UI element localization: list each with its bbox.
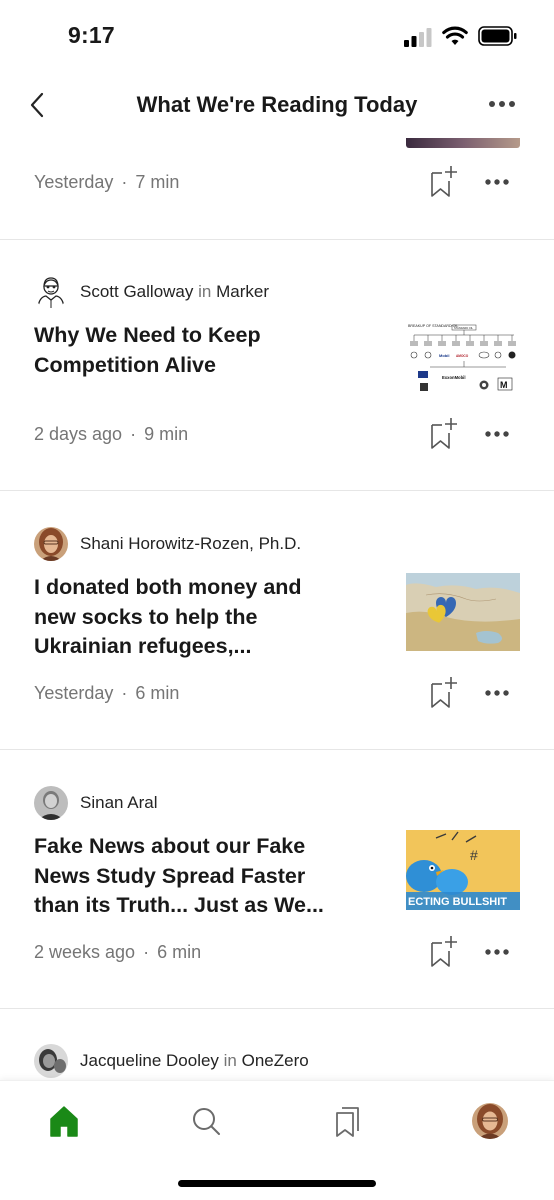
author-name[interactable]: Scott Galloway [80,282,193,301]
headline-line: than its Truth... Just as We... [34,893,324,917]
article-thumbnail[interactable] [406,573,520,651]
bookmark-add-icon[interactable] [427,934,461,970]
more-horizontal-icon[interactable] [486,92,520,116]
author-photo [34,786,68,820]
headline-line: Ukrainian refugees,... [34,634,252,658]
library-icon[interactable] [330,1103,366,1139]
more-horizontal-icon[interactable] [484,424,510,444]
author-name[interactable]: Sinan Aral [80,793,158,812]
headline-line: I donated both money and [34,575,302,599]
article-read-time: 6 min [135,683,180,703]
headline-line: Why We Need to Keep [34,323,261,347]
thumb-label: M [500,380,508,390]
page-title: What We're Reading Today [136,92,418,117]
article-headline[interactable]: I donated both money and new socks to he… [34,573,354,662]
publication-name[interactable]: Marker [216,282,269,301]
thumb-label: STANDARD OIL [454,326,474,330]
status-bar: 9:17 [0,0,554,70]
article-meta: Yesterday · 7 min [34,164,524,204]
avatar[interactable] [472,1103,508,1139]
article-date: 2 weeks ago [34,942,136,962]
more-horizontal-icon[interactable] [484,942,510,962]
author-line[interactable]: Scott Galloway in Marker [34,275,434,309]
divider [0,239,554,240]
status-time: 9:17 [68,22,115,48]
author-photo [34,527,68,561]
author-name[interactable]: Shani Horowitz-Rozen, Ph.D. [80,534,301,553]
cellular-signal-icon [404,28,432,47]
thumb-label: AMOCO [456,354,469,358]
avatar [34,786,68,820]
wifi-icon [442,26,468,45]
hashtag-glyph: # [470,847,478,863]
article-date: Yesterday [34,172,114,192]
meta-separator: · [130,424,137,444]
thumb-label: Mobil [439,353,449,358]
thumb-caption: ECTING BULLSHIT [408,896,507,908]
author-sketch-avatar [34,275,68,309]
nav-header: What We're Reading Today [0,76,554,136]
headline-line: new socks to help the [34,604,258,629]
map-with-hearts-image [406,573,520,651]
article-read-time: 9 min [144,424,189,444]
article-read-time: 6 min [157,942,202,962]
standard-oil-breakup-diagram: BREAKUP OF STANDARD OIL STANDARD OIL Mob… [406,321,520,397]
article-thumbnail[interactable] [406,138,520,148]
article-read-time: 7 min [135,172,180,192]
thumb-label: BREAKUP OF STANDARD OIL [408,324,458,328]
article-headline[interactable]: Fake News about our Fake News Study Spre… [34,832,354,921]
headline-line: Fake News about our Fake [34,834,306,858]
home-icon[interactable] [46,1103,82,1139]
bookmark-add-icon[interactable] [427,675,461,711]
twitter-birds-illustration: # ECTING BULLSHIT [406,830,520,910]
divider [0,1008,554,1009]
divider [0,490,554,491]
search-icon[interactable] [188,1103,224,1139]
author-line[interactable]: Sinan Aral [34,786,434,820]
article-meta: 2 days ago · 9 min [34,416,524,456]
headline-line: News Study Spread Faster [34,863,306,888]
home-indicator [178,1180,376,1187]
more-horizontal-icon[interactable] [484,172,510,192]
divider [0,749,554,750]
avatar [34,527,68,561]
profile-photo [472,1103,508,1139]
article-date: Yesterday [34,683,114,703]
bookmark-add-icon[interactable] [427,416,461,452]
battery-icon [478,26,517,46]
headline-line: Competition Alive [34,352,216,377]
author-line[interactable]: Jacqueline Dooley in OneZero [34,1044,434,1078]
thumb-label: ExxonMobil [442,375,466,380]
author-line[interactable]: Shani Horowitz-Rozen, Ph.D. [34,527,434,561]
in-label: in [198,282,212,301]
bookmark-add-icon[interactable] [427,164,461,200]
avatar [34,1044,68,1078]
publication-name[interactable]: OneZero [242,1051,309,1070]
article-thumbnail[interactable]: BREAKUP OF STANDARD OIL STANDARD OIL Mob… [406,321,520,397]
more-horizontal-icon[interactable] [484,683,510,703]
author-name[interactable]: Jacqueline Dooley [80,1051,219,1070]
article-meta: 2 weeks ago · 6 min [34,934,524,974]
article-thumbnail[interactable]: # ECTING BULLSHIT [406,830,520,910]
article-meta: Yesterday · 6 min [34,675,524,715]
meta-separator: · [121,683,128,703]
avatar [34,275,68,309]
meta-separator: · [143,942,150,962]
author-photo [34,1044,68,1078]
meta-separator: · [121,172,128,192]
article-headline[interactable]: Why We Need to Keep Competition Alive [34,321,354,380]
article-date: 2 days ago [34,424,123,444]
in-label: in [223,1051,237,1070]
